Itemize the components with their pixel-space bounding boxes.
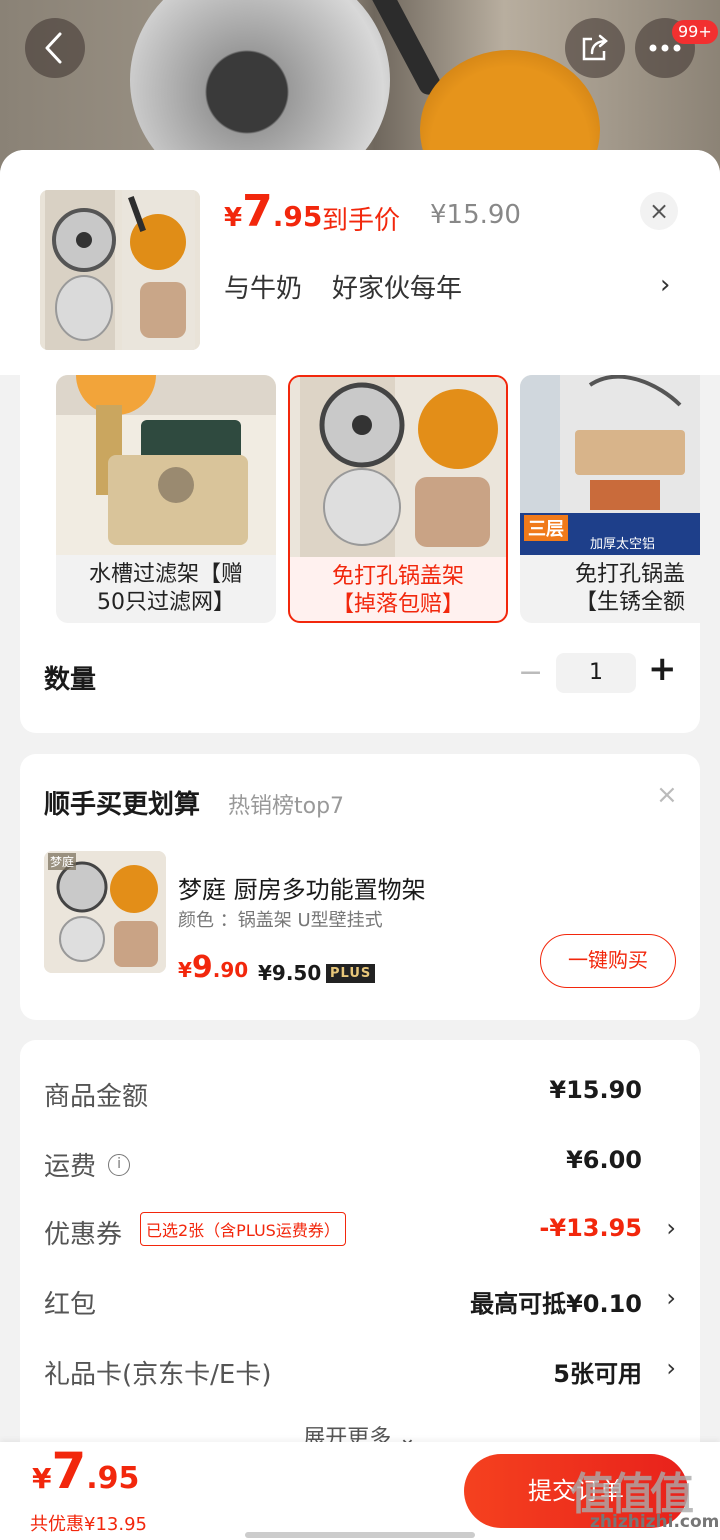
- quantity-label: 数量: [44, 665, 97, 695]
- chevron-right-icon: ›: [666, 1284, 676, 1312]
- three-tier-note: 加厚太空铝: [590, 537, 656, 552]
- original-price: ¥15.90: [430, 200, 521, 230]
- summary-row-goods-amount: 商品金额 ¥15.90: [44, 1076, 642, 1112]
- total-price: ¥7.95: [32, 1442, 140, 1500]
- variant-name-line2: 【生锈全额: [574, 590, 685, 615]
- upsell-title: 顺手买更划算: [44, 790, 201, 820]
- upsell-card: 顺手买更划算 热销榜top7 × 梦庭 梦庭 厨房多功能置物架 颜色 ：锅盖架 …: [20, 754, 700, 1020]
- share-icon: [582, 34, 608, 61]
- variant-image: [56, 375, 276, 555]
- variant-option-pot-lid-rack-3tier[interactable]: 三层 加厚太空铝 免打孔锅盖【生锈全额: [520, 375, 700, 623]
- chevron-right-icon[interactable]: ›: [660, 270, 670, 300]
- variant-image: [290, 377, 506, 557]
- home-indicator: [245, 1532, 475, 1538]
- quantity-decrease-button[interactable]: −: [518, 655, 543, 690]
- close-sheet-button[interactable]: ×: [640, 192, 678, 230]
- chevron-left-icon: [45, 32, 62, 64]
- product-thumbnail: [40, 190, 200, 350]
- upsell-product-image[interactable]: 梦庭: [44, 851, 166, 973]
- summary-row-gift-card[interactable]: 礼品卡(京东卡/E卡) 5张可用 ›: [44, 1354, 676, 1394]
- variant-name-line1: 水槽过滤架【赠: [88, 562, 243, 587]
- quantity-input[interactable]: 1: [556, 653, 636, 693]
- final-price: ¥7.95: [224, 186, 323, 237]
- summary-row-coupon[interactable]: 优惠券 已选2张（含PLUS运费券） -¥13.95 ›: [44, 1212, 676, 1254]
- variant-name-line1: 免打孔锅盖架: [331, 564, 464, 589]
- summary-row-shipping: 运费 i ¥6.00: [44, 1146, 642, 1182]
- chevron-right-icon: ›: [666, 1214, 676, 1242]
- product-header: ¥7.95 到手价 ¥15.90 × 与牛奶 好家伙每年 ›: [0, 150, 720, 375]
- info-icon[interactable]: i: [108, 1153, 131, 1176]
- upsell-product-name[interactable]: 梦庭 厨房多功能置物架: [178, 870, 426, 905]
- share-button[interactable]: [565, 18, 625, 78]
- upsell-plus-price: ¥9.50: [258, 961, 322, 985]
- more-dots-icon: [649, 44, 681, 52]
- back-button[interactable]: [25, 18, 85, 78]
- upsell-subtitle: 热销榜top7: [228, 794, 345, 819]
- one-click-buy-button[interactable]: 一键购买: [540, 934, 676, 988]
- spec-b: 好家伙每年: [332, 274, 463, 304]
- variant-name-line2: 【掉落包赔】: [331, 592, 464, 617]
- upsell-price: ¥9.90: [178, 950, 249, 985]
- variant-name-line1: 免打孔锅盖: [574, 562, 685, 587]
- variant-option-pot-lid-rack[interactable]: 免打孔锅盖架 【掉落包赔】: [288, 375, 508, 623]
- total-savings: 共优惠¥13.95: [30, 1514, 147, 1535]
- variant-name-line2: 50只过滤网】: [97, 590, 235, 615]
- variant-option-sink-filter[interactable]: 水槽过滤架【赠 50只过滤网】: [56, 375, 276, 623]
- message-count-badge: 99+: [672, 20, 718, 44]
- three-tier-tag: 三层: [524, 515, 568, 541]
- upsell-product-spec: 颜色 ：锅盖架 U型壁挂式: [178, 910, 383, 931]
- variant-selector: 水槽过滤架【赠 50只过滤网】 免打孔锅盖架 【掉落包赔】 三层 加厚太空铝 免…: [20, 375, 700, 733]
- chevron-right-icon: ›: [666, 1354, 676, 1382]
- selected-spec[interactable]: 与牛奶 好家伙每年: [224, 268, 462, 305]
- plus-badge: PLUS: [326, 964, 376, 983]
- summary-row-red-packet[interactable]: 红包 最高可抵¥0.10 ›: [44, 1284, 676, 1324]
- variant-image: 三层 加厚太空铝: [520, 375, 700, 555]
- order-sheet: ¥7.95 到手价 ¥15.90 × 与牛奶 好家伙每年 › 水槽过滤架【赠 5…: [0, 150, 720, 1540]
- brand-logo: 梦庭: [48, 853, 77, 870]
- watermark-text: zhizhizhi.com: [590, 1512, 720, 1532]
- quantity-increase-button[interactable]: +: [648, 649, 677, 689]
- final-price-label: 到手价: [322, 206, 401, 236]
- spec-a: 与牛奶: [224, 274, 303, 304]
- upsell-close-button[interactable]: ×: [656, 780, 678, 810]
- coupon-selected-tag: 已选2张（含PLUS运费券）: [140, 1212, 346, 1246]
